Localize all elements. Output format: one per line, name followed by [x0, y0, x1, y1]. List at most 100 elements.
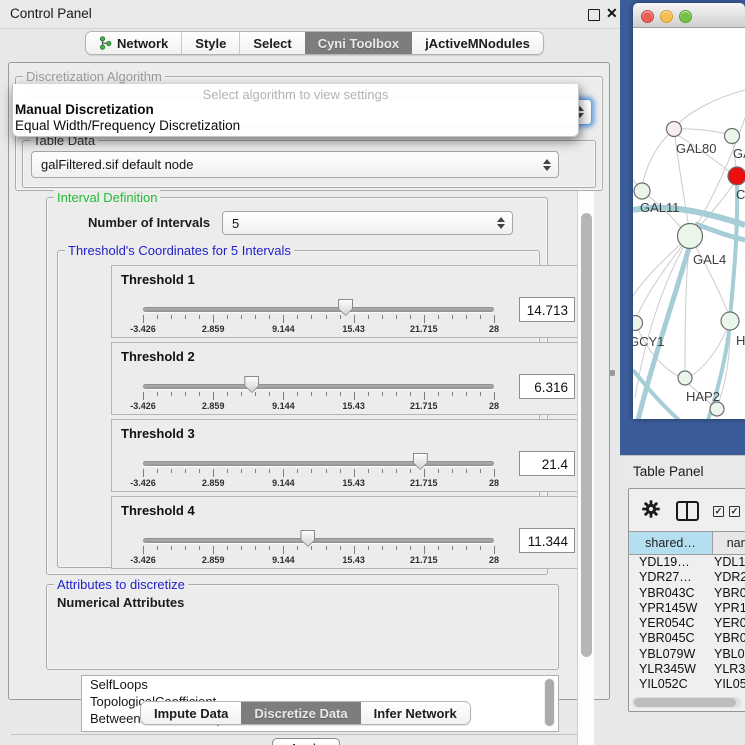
- tab-label: jActiveMNodules: [425, 36, 530, 51]
- slider-thumb[interactable]: [413, 453, 428, 470]
- number-of-intervals-combobox[interactable]: 5: [222, 211, 513, 235]
- tab-style[interactable]: Style: [181, 32, 239, 54]
- split-panel-icon[interactable]: [676, 501, 699, 521]
- algorithm-option-manual-discretization[interactable]: Manual Discretization: [15, 102, 154, 117]
- float-window-icon[interactable]: [588, 9, 600, 21]
- network-node-label: GAL80: [676, 141, 716, 156]
- tab-cyni-toolbox[interactable]: Cyni Toolbox: [305, 32, 412, 54]
- checkbox-icon[interactable]: ✓: [713, 506, 724, 517]
- network-node-ga[interactable]: [725, 129, 740, 144]
- list-scrollbar[interactable]: [544, 678, 555, 727]
- tab-label: Impute Data: [154, 706, 228, 721]
- checkbox-icon[interactable]: ✓: [729, 506, 740, 517]
- network-canvas[interactable]: GAL80GACGAL11GAL4GCY1HHAP2: [633, 28, 745, 419]
- table-rows: YDL19…YDL19YDR27…YDR27YBR043CYBR04YPR145…: [629, 555, 745, 695]
- attributes-group-title: Attributes to discretize: [54, 577, 188, 592]
- network-edge-thick[interactable]: [730, 186, 737, 318]
- slider-thumb[interactable]: [244, 376, 259, 393]
- network-node-gcy1[interactable]: [633, 316, 643, 331]
- separator: [11, 734, 583, 735]
- attribute-item[interactable]: SelfLoops: [82, 676, 558, 693]
- network-node-gal4[interactable]: [678, 224, 703, 249]
- tab-label: Style: [195, 36, 226, 51]
- threshold-value-field[interactable]: 11.344: [519, 528, 575, 553]
- slider-track[interactable]: [143, 538, 494, 543]
- table-row[interactable]: YER054CYER05: [629, 616, 745, 631]
- network-node-c[interactable]: [728, 167, 745, 185]
- apply-button[interactable]: Apply: [272, 738, 340, 745]
- table-row[interactable]: YBR045CYBR04: [629, 631, 745, 646]
- name-cell: YDR27: [714, 570, 745, 584]
- network-node-h[interactable]: [721, 312, 739, 330]
- close-traffic-light-icon[interactable]: [641, 10, 654, 23]
- threshold-label: Threshold 4: [121, 503, 195, 518]
- slider-thumb[interactable]: [300, 530, 315, 547]
- thresholds-group-title: Threshold's Coordinates for 5 Intervals: [65, 243, 294, 258]
- gear-icon[interactable]: [641, 499, 661, 519]
- control-panel-title: Control Panel: [10, 6, 92, 21]
- tab-network[interactable]: Network: [86, 32, 181, 54]
- threshold-value-field[interactable]: 14.713: [519, 297, 575, 322]
- table-row[interactable]: YIL052CYIL05: [629, 677, 745, 692]
- column-header-name[interactable]: name: [713, 531, 745, 555]
- network-node-hap2[interactable]: [678, 371, 692, 385]
- shared-name-cell: YBL079W: [639, 647, 695, 661]
- slider-track[interactable]: [143, 307, 494, 312]
- tab-label: Infer Network: [374, 706, 457, 721]
- combo-stepper-icon[interactable]: [497, 217, 506, 229]
- slider-thumb[interactable]: [338, 299, 353, 316]
- close-icon[interactable]: ✕: [606, 5, 618, 22]
- table-horizontal-scrollbar[interactable]: [632, 697, 741, 708]
- table-row[interactable]: YDR27…YDR27: [629, 570, 745, 585]
- bottom-tab-impute-data[interactable]: Impute Data: [141, 702, 241, 724]
- table-row[interactable]: YPR145WYPR14: [629, 601, 745, 616]
- combo-stepper-icon[interactable]: [543, 159, 552, 171]
- network-edge[interactable]: [677, 90, 745, 125]
- slider-tick-labels: -3.4262.8599.14415.4321.71528: [143, 324, 494, 335]
- table-data-combobox[interactable]: galFiltered.sif default node: [31, 151, 559, 178]
- network-edge[interactable]: [642, 129, 674, 188]
- tab-select[interactable]: Select: [239, 32, 304, 54]
- network-node-label: C: [736, 187, 745, 202]
- threshold-panel-4: Threshold 4 -3.4262.8599.14415.4321.71528…: [111, 496, 584, 569]
- slider-tick-labels: -3.4262.8599.14415.4321.71528: [143, 478, 494, 489]
- table-row[interactable]: YLR345WYLR34: [629, 662, 745, 677]
- table-scrollbar-thumb[interactable]: [634, 698, 736, 707]
- network-window-titlebar: [633, 3, 745, 28]
- shared-name-cell: YLR345W: [639, 662, 696, 676]
- network-edge[interactable]: [690, 236, 729, 316]
- panel-scrollbar[interactable]: [577, 191, 594, 745]
- shared-name-cell: YIL052C: [639, 677, 688, 691]
- network-edge-thick[interactable]: [638, 241, 691, 419]
- slider-tick-labels: -3.4262.8599.14415.4321.71528: [143, 555, 494, 566]
- zoom-traffic-light-icon[interactable]: [679, 10, 692, 23]
- algorithm-option-equal-width-frequency-discretization[interactable]: Equal Width/Frequency Discretization: [15, 118, 240, 133]
- panel-splitter-handle[interactable]: [610, 370, 615, 376]
- slider-ticks: [143, 392, 494, 401]
- threshold-value-field[interactable]: 21.4: [519, 451, 575, 476]
- network-node[interactable]: [710, 402, 724, 416]
- slider-track[interactable]: [143, 384, 494, 389]
- network-node-gal11[interactable]: [634, 183, 650, 199]
- network-edge[interactable]: [674, 129, 730, 135]
- table-row[interactable]: YBL079WYBL07: [629, 647, 745, 662]
- network-node-label: H: [736, 333, 745, 348]
- threshold-value-field[interactable]: 6.316: [519, 374, 575, 399]
- panel-scrollbar-thumb[interactable]: [581, 213, 592, 657]
- tab-jactivemnodules[interactable]: jActiveMNodules: [412, 32, 543, 54]
- shared-name-cell: YER054C: [639, 616, 695, 630]
- shared-name-cell: YBR043C: [639, 586, 695, 600]
- network-node-gal80[interactable]: [667, 122, 682, 137]
- tab-label: Cyni Toolbox: [318, 36, 399, 51]
- minimize-traffic-light-icon[interactable]: [660, 10, 673, 23]
- bottom-tab-discretize-data[interactable]: Discretize Data: [241, 702, 360, 724]
- bottom-tab-infer-network[interactable]: Infer Network: [361, 702, 470, 724]
- network-graph: GAL80GACGAL11GAL4GCY1HHAP2: [633, 28, 745, 419]
- column-header-shared-[interactable]: shared…: [629, 531, 713, 555]
- table-row[interactable]: YDL19…YDL19: [629, 555, 745, 570]
- algorithm-dropdown-hint: Select algorithm to view settings: [13, 87, 578, 102]
- attributes-group: Attributes to discretize Numerical Attri…: [46, 584, 559, 670]
- name-cell: YDL19: [714, 555, 745, 569]
- slider-track[interactable]: [143, 461, 494, 466]
- table-row[interactable]: YBR043CYBR04: [629, 586, 745, 601]
